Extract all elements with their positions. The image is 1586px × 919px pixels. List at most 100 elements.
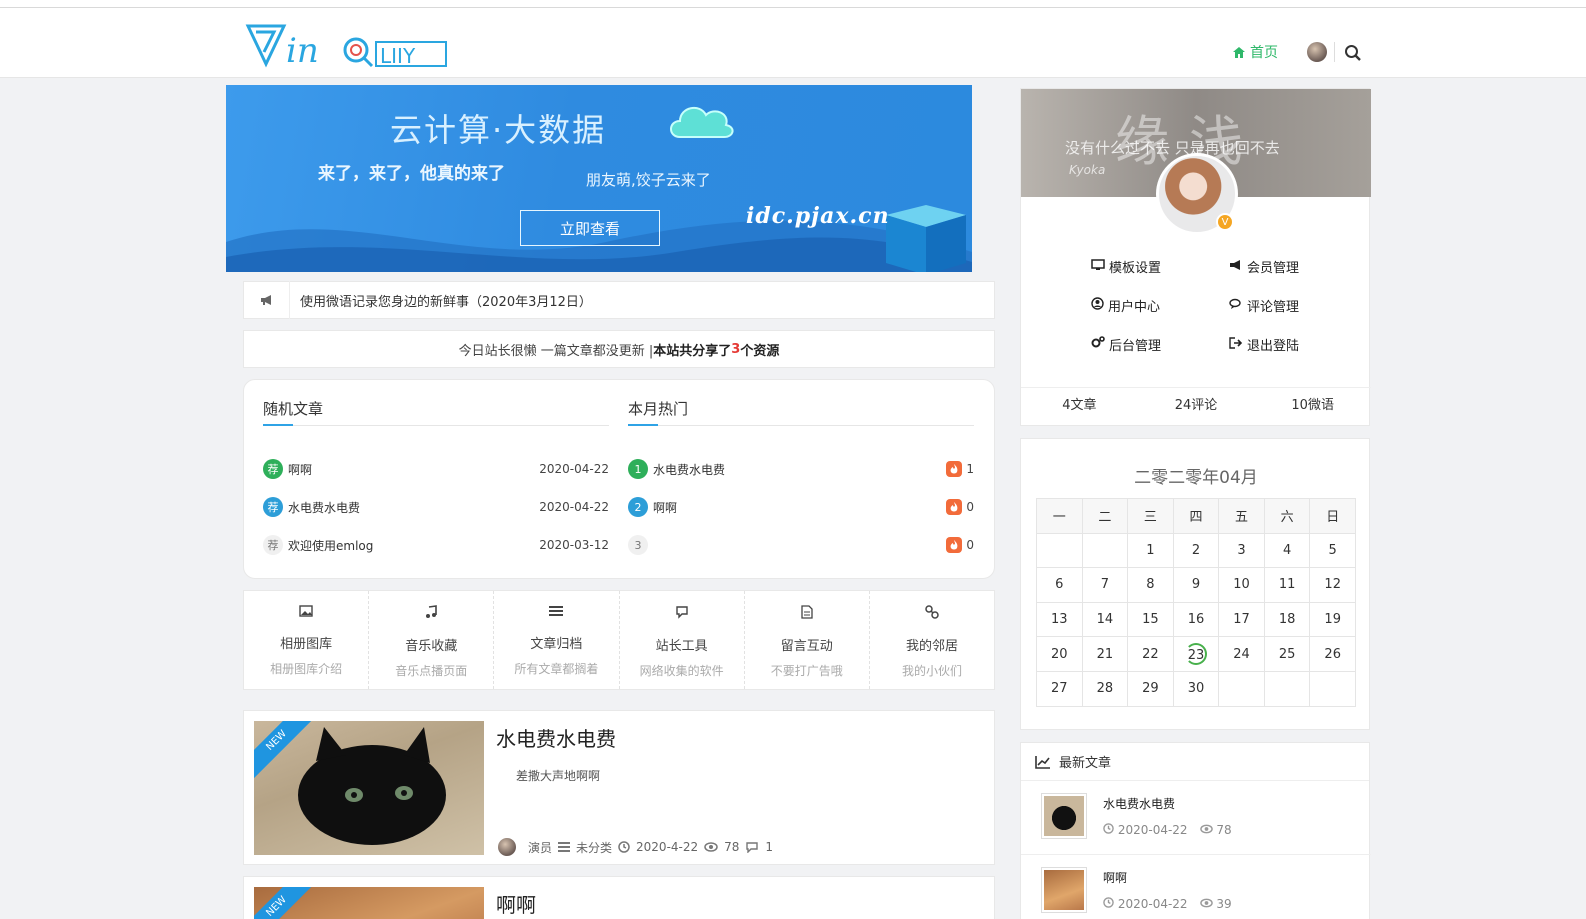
random-article-row[interactable]: 荐啊啊 2020-04-22	[263, 458, 609, 480]
calendar-day[interactable]: 12	[1309, 567, 1356, 603]
profile-count-2[interactable]: 24评论	[1138, 388, 1255, 427]
calendar-empty-cell	[1081, 532, 1129, 569]
random-article-row[interactable]: 荐水电费水电费 2020-04-22	[263, 496, 609, 518]
latest-article-item[interactable]: 水电费水电费 2020-04-22 78	[1021, 781, 1371, 855]
calendar-day[interactable]: 28	[1081, 670, 1129, 707]
menu-item-3[interactable]: 文章归档 所有文章都搁着	[494, 591, 620, 689]
post-title[interactable]: 水电费水电费	[496, 723, 616, 752]
ad-banner[interactable]: 云计算·大数据 来了，来了，他真的来了 朋友萌,饺子云来了 立即查看 idc.p…	[226, 85, 972, 272]
calendar-day[interactable]: 26	[1309, 636, 1356, 672]
calendar-day[interactable]: 9	[1172, 567, 1220, 603]
latest-article-title[interactable]: 啊啊	[1103, 869, 1127, 886]
weekday-label: 二	[1081, 498, 1129, 534]
calendar-day-number: 24	[1233, 646, 1250, 662]
notice-bar[interactable]: 使用微语记录您身边的新鲜事（2020年3月12日）	[243, 281, 995, 319]
menu-item-5[interactable]: 留言互动 不要打广告哦	[745, 591, 870, 689]
profile-link-5[interactable]: 后台管理	[1091, 335, 1161, 354]
date-text: 2020-04-22	[1117, 897, 1188, 911]
menu-item-6[interactable]: 我的邻居 我的小伙们	[870, 591, 994, 689]
calendar-day[interactable]: 15	[1127, 601, 1174, 638]
calendar-day[interactable]: 24	[1218, 636, 1265, 672]
calendar-day[interactable]: 3	[1218, 532, 1265, 569]
profile-link-4[interactable]: 评论管理	[1229, 296, 1299, 315]
banner-view-button[interactable]: 立即查看	[520, 210, 660, 246]
calendar-day[interactable]: 11	[1263, 567, 1311, 603]
search-icon[interactable]	[1344, 44, 1362, 62]
profile-link-label: 模板设置	[1109, 261, 1162, 276]
random-article-row[interactable]: 荐欢迎使用emlog 2020-03-12	[263, 534, 609, 556]
profile-count-3[interactable]: 10微语	[1254, 388, 1371, 427]
calendar-day[interactable]: 19	[1309, 601, 1356, 638]
latest-article-thumbnail[interactable]	[1041, 793, 1087, 839]
post-card[interactable]: NEW 啊啊	[243, 876, 995, 919]
nav-divider	[1334, 42, 1335, 62]
post-thumbnail[interactable]: NEW	[254, 721, 484, 855]
calendar-day[interactable]: 18	[1263, 601, 1311, 638]
calendar-day[interactable]: 29	[1127, 670, 1174, 707]
calendar-day[interactable]: 4	[1263, 532, 1311, 569]
calendar-day[interactable]: 5	[1309, 532, 1356, 569]
article-title[interactable]: 啊啊	[653, 499, 677, 516]
hot-article-row[interactable]: 1 水电费水电费 1	[628, 458, 974, 480]
menu-item-title: 留言互动	[780, 639, 833, 654]
latest-article-item[interactable]: 啊啊 2020-04-22 39	[1021, 855, 1371, 919]
menu-item-1[interactable]: 相册图库 相册图库介绍	[244, 591, 370, 689]
calendar-day[interactable]: 14	[1081, 601, 1129, 638]
article-title[interactable]: 欢迎使用emlog	[288, 537, 373, 554]
user-avatar[interactable]	[1307, 42, 1327, 62]
calendar-day[interactable]: 21	[1081, 636, 1129, 672]
heat-count: 0	[946, 499, 974, 515]
calendar-day[interactable]: 22	[1127, 636, 1174, 672]
banner-title: 云计算·大数据	[390, 111, 607, 149]
profile-count-1[interactable]: 4文章	[1021, 388, 1138, 427]
post-category[interactable]: 未分类	[576, 839, 612, 856]
calendar-day[interactable]: 23	[1172, 636, 1220, 672]
article-title[interactable]: 水电费水电费	[288, 499, 360, 516]
document-icon	[801, 605, 813, 623]
calendar-week-row: 6 7 8 9 10 11 12	[1036, 567, 1356, 603]
post-card[interactable]: NEW 水电费水电费 差撒大声地啊啊 演员 未分类 2020-4-22 78 1	[243, 710, 995, 865]
calendar-day[interactable]: 25	[1263, 636, 1311, 672]
hot-article-row[interactable]: 2 啊啊 0	[628, 496, 974, 518]
post-title[interactable]: 啊啊	[496, 889, 536, 918]
author-avatar[interactable]	[498, 838, 516, 856]
article-date: 2020-03-12	[539, 538, 609, 552]
profile-link-1[interactable]: 模板设置	[1091, 257, 1161, 276]
calendar-day[interactable]: 8	[1127, 567, 1174, 603]
calendar-day[interactable]: 2	[1172, 532, 1220, 569]
hot-article-row[interactable]: 30	[628, 534, 974, 556]
latest-article-thumbnail[interactable]	[1041, 867, 1087, 913]
post-author[interactable]: 演员	[528, 839, 552, 856]
menu-item-2[interactable]: 音乐收藏 音乐点播页面	[369, 591, 495, 689]
calendar-day-number: 5	[1328, 542, 1337, 558]
calendar-day-number: 30	[1187, 681, 1205, 697]
post-thumbnail[interactable]: NEW	[254, 887, 484, 919]
calendar-title: 二零二零年04月	[1134, 468, 1258, 488]
nav-home-link[interactable]: 首页	[1232, 42, 1278, 62]
image-icon	[299, 605, 313, 621]
profile-link-3[interactable]: 用户中心	[1091, 296, 1160, 315]
calendar-day[interactable]: 27	[1036, 670, 1083, 707]
list-icon	[549, 605, 564, 621]
profile-link-label: 退出登陆	[1247, 339, 1300, 354]
calendar-widget: 二零二零年04月 一二三四五六日 1 2 3 4 5 6 7 8 9 10 11 12 13 14 15 16 1…	[1020, 438, 1370, 730]
menu-item-4[interactable]: 站长工具 网络收集的软件	[620, 591, 745, 689]
calendar-day[interactable]: 17	[1218, 601, 1265, 638]
calendar-day-number: 3	[1237, 542, 1246, 558]
article-title[interactable]: 啊啊	[288, 461, 312, 478]
latest-article-title[interactable]: 水电费水电费	[1103, 795, 1175, 812]
calendar-day[interactable]: 13	[1036, 601, 1083, 638]
calendar-day[interactable]: 1	[1127, 532, 1174, 569]
site-logo[interactable]: in LIIY	[244, 20, 450, 70]
calendar-day[interactable]: 20	[1036, 636, 1083, 672]
profile-link-label: 会员管理	[1247, 261, 1300, 276]
calendar-day-number: 10	[1233, 577, 1250, 593]
calendar-day[interactable]: 6	[1036, 567, 1083, 603]
calendar-day[interactable]: 30	[1172, 670, 1220, 707]
calendar-day[interactable]: 16	[1172, 601, 1220, 638]
article-title[interactable]: 水电费水电费	[653, 461, 725, 478]
calendar-day[interactable]: 10	[1218, 567, 1265, 603]
calendar-day[interactable]: 7	[1081, 567, 1129, 603]
profile-link-6[interactable]: 退出登陆	[1229, 335, 1299, 354]
profile-link-2[interactable]: 会员管理	[1229, 257, 1299, 276]
